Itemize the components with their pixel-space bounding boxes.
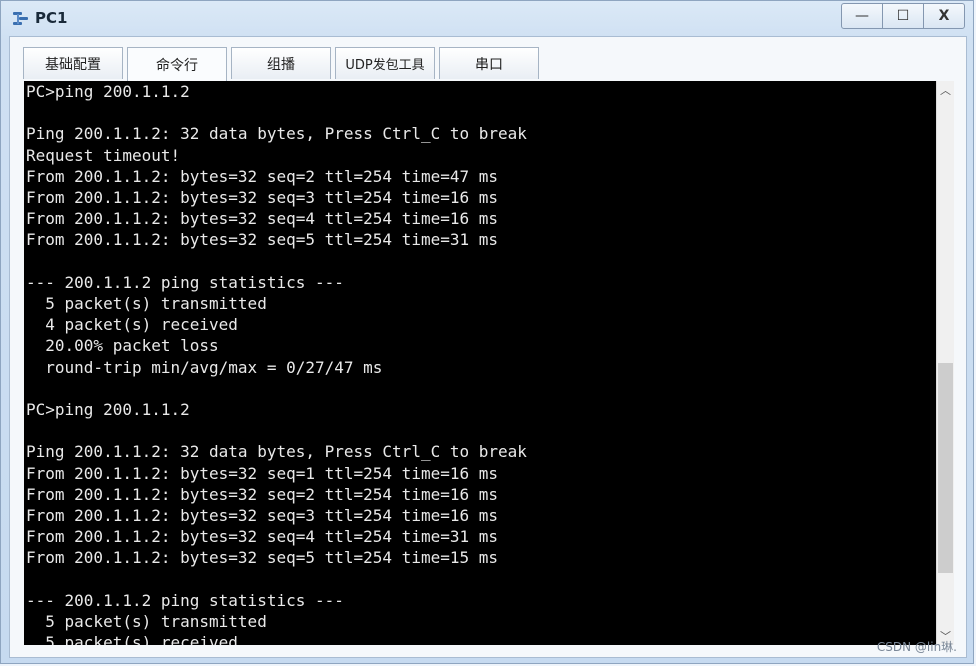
tab-udp-tool[interactable]: UDP发包工具 [335,47,435,79]
terminal-line: 20.00% packet loss [26,336,219,356]
minimize-icon: — [855,8,869,24]
maximize-icon: ☐ [896,8,910,24]
window-title: PC1 [35,9,68,27]
client-area: 基础配置 命令行 组播 UDP发包工具 串口 PC>ping 200.1.1.2… [9,36,967,658]
terminal-line: round-trip min/avg/max = 0/27/47 ms [26,357,383,377]
tab-basic-config[interactable]: 基础配置 [23,47,123,79]
terminal-line: 5 packet(s) transmitted [26,612,267,631]
pc-app-icon [13,12,28,25]
vertical-scrollbar[interactable]: ︿ ﹀ [936,81,954,645]
terminal-line: From 200.1.1.2: bytes=32 seq=4 ttl=254 t… [26,209,499,229]
terminal-line: PC>ping 200.1.1.2 [26,82,190,101]
terminal-line: From 200.1.1.2: bytes=32 seq=5 ttl=254 t… [26,230,499,250]
terminal-line: From 200.1.1.2: bytes=32 seq=2 ttl=254 t… [26,166,499,186]
terminal-line: From 200.1.1.2: bytes=32 seq=4 ttl=254 t… [26,527,499,547]
terminal-line: --- 200.1.1.2 ping statistics --- [26,272,344,292]
title-bar[interactable]: PC1 — ☐ X [1,1,973,35]
terminal-line: PC>ping 200.1.1.2 [26,400,190,419]
close-button[interactable]: X [923,3,965,29]
pc1-window: PC1 — ☐ X 基础配置 命令行 组播 UDP发包工具 串口 PC>ping… [0,0,974,664]
terminal-line: 5 packet(s) received [26,633,238,645]
tab-serial[interactable]: 串口 [439,47,539,79]
terminal-line: From 200.1.1.2: bytes=32 seq=2 ttl=254 t… [26,484,499,504]
scrollbar-thumb[interactable] [938,362,953,573]
minimize-button[interactable]: — [841,3,883,29]
watermark: CSDN @lin琳. [876,640,957,654]
terminal-line: Request timeout! [26,145,181,165]
terminal-line: Ping 200.1.1.2: 32 data bytes, Press Ctr… [26,442,527,462]
terminal-line: From 200.1.1.2: bytes=32 seq=3 ttl=254 t… [26,506,499,525]
tab-command-line[interactable]: 命令行 [127,47,227,81]
terminal-line: From 200.1.1.2: bytes=32 seq=5 ttl=254 t… [26,548,499,568]
terminal-line: From 200.1.1.2: bytes=32 seq=3 ttl=254 t… [26,188,499,207]
tab-multicast[interactable]: 组播 [231,47,331,79]
terminal-line: 4 packet(s) received [26,315,238,335]
terminal-output[interactable]: PC>ping 200.1.1.2 Ping 200.1.1.2: 32 data… [24,81,936,645]
terminal-line: Ping 200.1.1.2: 32 data bytes, Press Ctr… [26,124,527,144]
scroll-up-icon[interactable]: ︿ [937,81,954,99]
terminal-line: From 200.1.1.2: bytes=32 seq=1 ttl=254 t… [26,463,499,483]
terminal-line: 5 packet(s) transmitted [26,294,267,313]
close-icon: X [938,8,950,24]
terminal-line: --- 200.1.1.2 ping statistics --- [26,590,344,610]
maximize-button[interactable]: ☐ [882,3,924,29]
tab-bar: 基础配置 命令行 组播 UDP发包工具 串口 [23,47,543,81]
